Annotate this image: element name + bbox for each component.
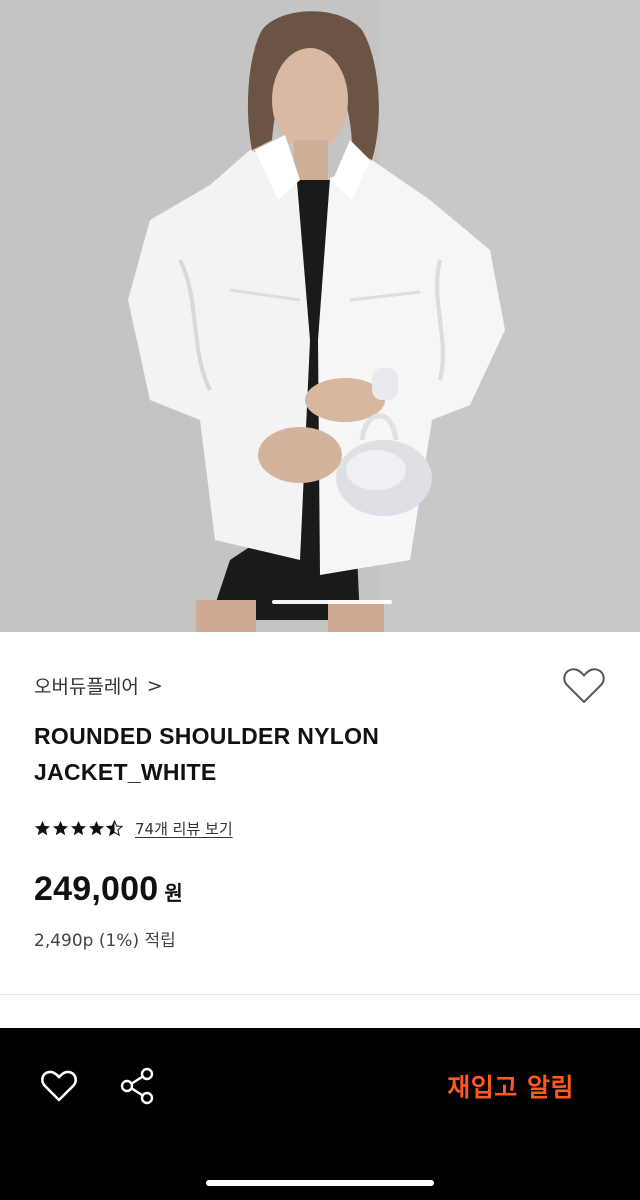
price-value: 249,000 xyxy=(34,870,159,908)
star-full-icon xyxy=(71,821,86,836)
bottom-action-bar: 재입고 알림 xyxy=(0,1028,640,1200)
star-full-icon xyxy=(53,821,68,836)
price-row: 249,000 원 xyxy=(34,870,183,909)
product-title: ROUNDED SHOULDER NYLON JACKET_WHITE xyxy=(34,718,514,790)
heart-outline-icon xyxy=(41,1070,77,1102)
price-currency: 원 xyxy=(164,881,183,905)
reward-points: 2,490p (1%) 적립 xyxy=(34,931,176,951)
brand-link[interactable]: 오버듀플레어 > xyxy=(34,672,163,699)
review-link[interactable]: 74개 리뷰 보기 xyxy=(135,818,233,839)
star-full-icon xyxy=(35,821,50,836)
product-info-section: 오버듀플레어 > ROUNDED SHOULDER NYLON JACKET_W… xyxy=(0,632,640,994)
share-button[interactable] xyxy=(118,1066,156,1106)
product-photo-illustration xyxy=(0,0,640,632)
rating-row: 74개 리뷰 보기 xyxy=(34,818,233,839)
chevron-right-icon: > xyxy=(146,674,163,697)
product-detail-page: 오버듀플레어 > ROUNDED SHOULDER NYLON JACKET_W… xyxy=(0,0,640,1200)
product-title-line-2: JACKET_WHITE xyxy=(34,759,217,785)
brand-name: 오버듀플레어 xyxy=(34,676,139,698)
star-half-icon xyxy=(106,820,123,837)
section-divider xyxy=(0,994,640,995)
heart-outline-icon xyxy=(563,668,605,703)
star-full-icon xyxy=(89,821,104,836)
product-image[interactable] xyxy=(0,0,640,632)
restock-alert-button[interactable]: 재입고 알림 xyxy=(447,1068,574,1104)
star-rating xyxy=(34,820,123,837)
home-indicator xyxy=(206,1180,434,1186)
bottom-wishlist-button[interactable] xyxy=(40,1068,78,1104)
image-slide-indicator xyxy=(272,600,392,604)
share-icon xyxy=(120,1067,154,1105)
wishlist-button[interactable] xyxy=(562,666,606,706)
product-title-line-1: ROUNDED SHOULDER NYLON xyxy=(34,723,380,749)
